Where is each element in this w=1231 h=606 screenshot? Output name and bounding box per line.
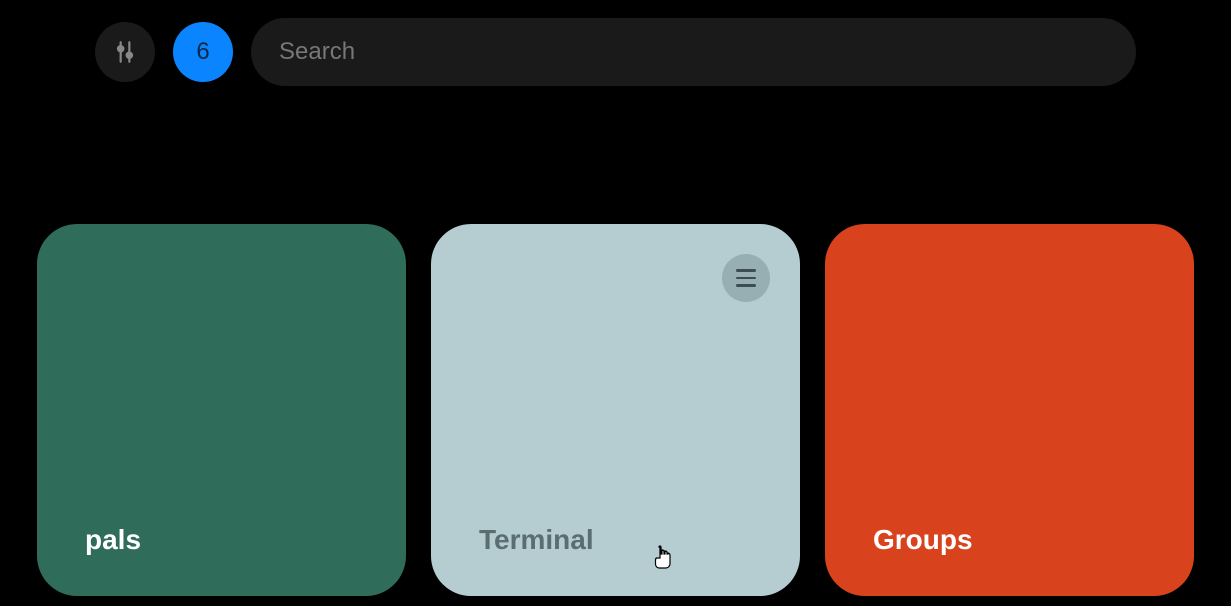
- search-container[interactable]: [251, 18, 1136, 86]
- card-pals[interactable]: pals: [37, 224, 406, 596]
- count-button[interactable]: 6: [173, 22, 233, 82]
- count-value: 6: [196, 38, 209, 66]
- settings-button[interactable]: [95, 22, 155, 82]
- card-label: pals: [85, 524, 358, 556]
- card-menu-button[interactable]: [722, 254, 770, 302]
- card-label: Groups: [873, 524, 1146, 556]
- header-bar: 6: [0, 0, 1231, 86]
- card-terminal[interactable]: Terminal: [431, 224, 800, 596]
- card-label: Terminal: [479, 524, 752, 556]
- hamburger-icon: [736, 269, 756, 287]
- card-groups[interactable]: Groups: [825, 224, 1194, 596]
- cards-grid: pals Terminal Groups: [0, 224, 1231, 596]
- sliders-icon: [112, 39, 138, 65]
- search-input[interactable]: [279, 38, 1108, 66]
